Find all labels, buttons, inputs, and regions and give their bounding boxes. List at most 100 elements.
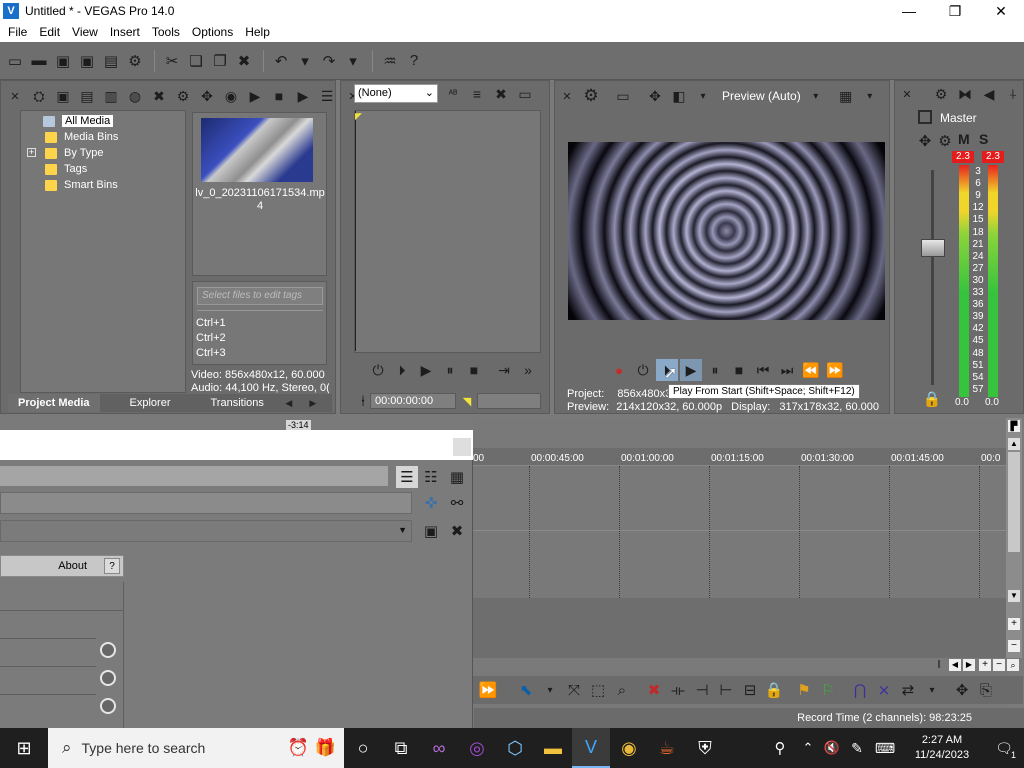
trimmer-delete-icon[interactable]: ✖ <box>490 83 512 105</box>
play-media-icon[interactable]: ▶ <box>244 85 266 107</box>
delete-event-icon[interactable]: ✖ <box>643 679 665 701</box>
java-icon[interactable]: ☕ <box>648 728 686 768</box>
add-to-timeline-icon[interactable]: ⇥ <box>493 359 515 381</box>
zoom-out-icon[interactable]: − <box>1008 640 1020 652</box>
panel-close-icon[interactable]: ✕ <box>556 85 578 107</box>
lock-event-icon[interactable]: 🔒 <box>763 679 785 701</box>
views-icon[interactable]: ☰ <box>316 85 338 107</box>
dialog-input-field[interactable] <box>0 492 412 514</box>
trimmer-viewer[interactable]: ◤ <box>354 110 541 353</box>
normal-edit-tool-icon[interactable]: ⬉ <box>515 679 537 701</box>
vegas-taskbar-icon[interactable]: V <box>572 728 610 768</box>
scroll-thumb[interactable] <box>1008 452 1020 552</box>
menu-insert[interactable]: Insert <box>104 25 146 39</box>
volume-muted-icon[interactable]: 🔇 <box>820 728 844 768</box>
lock-icon[interactable]: 🔒 <box>921 388 943 410</box>
trimmer-region-icon[interactable]: ◥ <box>456 390 478 412</box>
open-folder-icon[interactable]: ▬ <box>28 50 50 72</box>
menu-file[interactable]: File <box>2 25 33 39</box>
globe-icon[interactable]: ◍ <box>124 85 146 107</box>
dialog-close-button[interactable] <box>453 438 471 456</box>
snapping-magnet-icon[interactable]: ⋂ <box>849 679 871 701</box>
zoom-tool-icon[interactable]: ⌕ <box>1007 659 1019 671</box>
play-icon[interactable]: ▶ <box>680 359 702 381</box>
enable-snapping-icon[interactable]: ♒ <box>379 50 401 72</box>
region-icon[interactable]: ⚐ <box>817 679 839 701</box>
zoom-in-icon[interactable]: + <box>1008 618 1020 630</box>
close-button[interactable]: ✕ <box>978 0 1024 22</box>
cut-icon[interactable]: ✂ <box>161 50 183 72</box>
quality-dropdown-icon[interactable]: ▾ <box>805 85 827 107</box>
save-preset-icon[interactable]: ▣ <box>420 520 442 542</box>
master-fx-gear-icon[interactable]: ⚙ <box>934 130 956 152</box>
timeline-empty-area[interactable] <box>473 598 1008 658</box>
downmix-icon[interactable]: ⧓ <box>954 83 976 105</box>
tree-item-by-type[interactable]: By Type <box>45 145 104 161</box>
tag-edit-input[interactable]: Select files to edit tags <box>197 287 323 305</box>
h-zoom-in-icon[interactable]: + <box>979 659 991 671</box>
menu-help[interactable]: Help <box>239 25 276 39</box>
tab-scroll-left-icon[interactable]: ◀ <box>278 392 300 414</box>
capture-video-icon[interactable]: ▣ <box>52 85 74 107</box>
marker-icon[interactable]: ⚑ <box>793 679 815 701</box>
delete-preset-icon[interactable]: ✖ <box>446 520 468 542</box>
menu-options[interactable]: Options <box>186 25 239 39</box>
tree-item-smart-bins[interactable]: Smart Bins <box>45 177 118 193</box>
timeline-ruler[interactable]: 00 00:00:45:00 00:01:00:00 00:01:15:00 0… <box>473 448 1008 466</box>
notifications-icon[interactable]: 🗨 1 <box>984 728 1024 768</box>
menu-view[interactable]: View <box>66 25 104 39</box>
loop-playback-icon[interactable]: ⏻ <box>367 359 389 381</box>
shield-icon[interactable]: ⛨ <box>686 728 724 768</box>
timeline-horizontal-scrollbar[interactable]: ∥ ◀ ▶ + − ⌕ <box>473 658 1023 672</box>
panel-close-icon[interactable]: ✕ <box>4 85 26 107</box>
new-project-icon[interactable]: ▭ <box>4 50 26 72</box>
show-hidden-icons-chevron-up-icon[interactable]: ⌃ <box>796 728 820 768</box>
fast-forward-icon[interactable]: ⏩ <box>477 679 499 701</box>
overlays-dropdown-icon[interactable]: ▾ <box>859 85 881 107</box>
scroll-left-icon[interactable]: ◀ <box>949 659 961 671</box>
task-view-icon[interactable]: ⧉ <box>382 728 420 768</box>
play-icon[interactable]: ▶ <box>415 359 437 381</box>
add-icon[interactable]: ✜ <box>420 492 442 514</box>
loop-playback-icon[interactable]: ⏻ <box>632 359 654 381</box>
mixer-properties-gear-icon[interactable]: ⚙ <box>930 83 952 105</box>
scroll-right-icon[interactable]: ▶ <box>963 659 975 671</box>
play-from-start-icon[interactable]: ⏵ <box>391 359 413 381</box>
tree-item-all-media[interactable]: All Media <box>43 113 114 129</box>
stop-icon[interactable]: ■ <box>728 359 750 381</box>
stop-media-icon[interactable]: ■ <box>268 85 290 107</box>
copy-icon[interactable]: ❏ <box>185 50 207 72</box>
ripple-dropdown-icon[interactable]: ▾ <box>921 679 943 701</box>
trimmer-media-select[interactable]: (None) ⌄ <box>354 84 438 103</box>
master-mute-button[interactable]: M <box>958 131 970 147</box>
event-pan-crop-icon[interactable]: ✥ <box>951 679 973 701</box>
panel-close-icon[interactable]: ✕ <box>896 83 918 105</box>
trimmer-options-icon[interactable]: ▭ <box>514 83 536 105</box>
auto-crossfade-icon[interactable]: ⨯ <box>873 679 895 701</box>
split-icon[interactable]: ⊟ <box>739 679 761 701</box>
media-thumbnail[interactable] <box>201 118 313 182</box>
fast-forward-icon[interactable]: » <box>517 359 539 381</box>
remove-media-icon[interactable]: ✖ <box>148 85 170 107</box>
split-dropdown-icon[interactable]: ▾ <box>692 85 714 107</box>
envelope-tool-icon[interactable]: ⤧ <box>563 679 585 701</box>
master-solo-button[interactable]: S <box>979 131 988 147</box>
detail-view-icon[interactable]: ☷ <box>420 466 442 488</box>
tree-item-tags[interactable]: Tags <box>45 161 87 177</box>
marker-flag-icon[interactable]: ▛ <box>1008 420 1020 432</box>
animate-clock-icon[interactable] <box>100 670 116 686</box>
next-frame-icon[interactable]: ⏩ <box>824 359 846 381</box>
trim-lines-icon[interactable]: ≡ <box>466 83 488 105</box>
file-explorer-icon[interactable]: ▬ <box>534 728 572 768</box>
animate-clock-icon[interactable] <box>100 698 116 714</box>
expand-toggle[interactable]: + <box>27 148 36 157</box>
windows-start-icon[interactable]: ⊞ <box>0 728 48 768</box>
trim-start-icon[interactable]: ⊣ <box>691 679 713 701</box>
help-button[interactable]: ? <box>104 558 120 574</box>
stereo-pan-icon[interactable]: ⍭ <box>1002 83 1024 105</box>
h-zoom-out-icon[interactable]: − <box>993 659 1005 671</box>
maximize-button[interactable]: ❐ <box>932 0 978 22</box>
cortana-icon[interactable]: ○ <box>344 728 382 768</box>
app-purple-icon[interactable]: ◎ <box>458 728 496 768</box>
auto-preview-icon[interactable]: ◉ <box>220 85 242 107</box>
